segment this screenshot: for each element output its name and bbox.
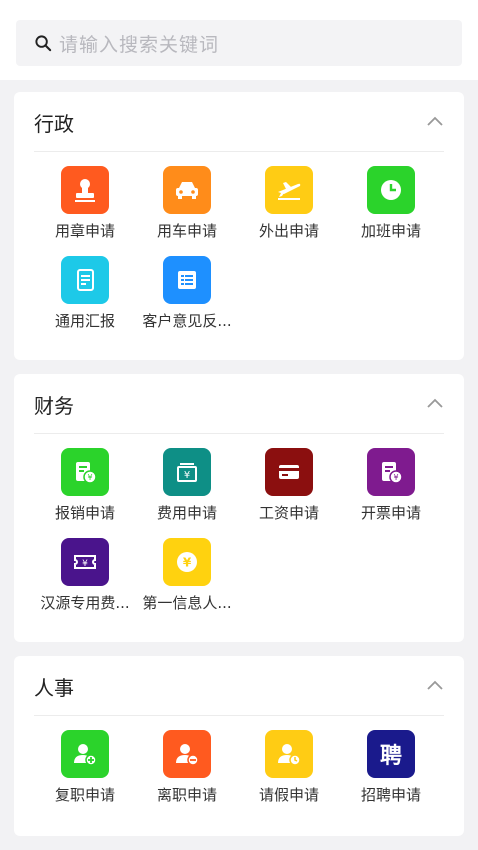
list-icon — [163, 256, 211, 304]
search-placeholder: 请输入搜索关键词 — [59, 33, 220, 56]
app-item-label: 开票申请 — [360, 504, 421, 522]
recruit-glyph: 聘 — [379, 744, 402, 769]
app-item-reinstate[interactable]: 复职申请 — [34, 730, 136, 812]
section-title: 人事 — [34, 676, 74, 700]
app-item-label: 客户意见反... — [142, 312, 232, 330]
car-icon — [163, 166, 211, 214]
chevron-up-icon[interactable] — [426, 679, 444, 691]
app-item-label: 第一信息人... — [142, 594, 232, 612]
app-item-expense[interactable]: ¥ 费用申请 — [136, 448, 238, 530]
recruit-icon: 聘 — [367, 730, 415, 778]
app-item-first-info[interactable]: ¥ 第一信息人... — [136, 538, 238, 620]
search-icon — [35, 34, 52, 51]
stamp-icon — [61, 166, 109, 214]
app-item-label: 复职申请 — [54, 786, 115, 804]
app-item-leave[interactable]: 请假申请 — [238, 730, 340, 812]
app-item-report[interactable]: 通用汇报 — [34, 256, 136, 338]
section-title: 行政 — [34, 112, 74, 136]
app-item-feedback[interactable]: 客户意见反... — [136, 256, 238, 338]
chevron-up-icon[interactable] — [426, 397, 444, 409]
app-item-label: 用章申请 — [54, 222, 115, 240]
app-item-label: 加班申请 — [360, 222, 421, 240]
svg-text:¥: ¥ — [183, 556, 192, 570]
section-header[interactable]: 人事 — [34, 656, 444, 716]
svg-text:¥: ¥ — [184, 470, 190, 481]
app-item-label: 请假申请 — [258, 786, 319, 804]
clock-icon — [367, 166, 415, 214]
app-item-label: 离职申请 — [156, 786, 217, 804]
coin-icon: ¥ — [163, 538, 211, 586]
user-clock-icon — [265, 730, 313, 778]
user-remove-icon — [163, 730, 211, 778]
reimburse-icon: ¥ — [61, 448, 109, 496]
app-item-outing[interactable]: 外出申请 — [238, 166, 340, 248]
app-item-recruit[interactable]: 聘 招聘申请 — [340, 730, 442, 812]
svg-text:¥: ¥ — [87, 473, 92, 482]
app-item-label: 外出申请 — [258, 222, 319, 240]
section-header[interactable]: 财务 — [34, 374, 444, 434]
section-header[interactable]: 行政 — [34, 92, 444, 152]
user-add-icon — [61, 730, 109, 778]
section-admin: 行政 用章申请 用车申请 外出申请 加班申请 通用汇报 客户意见反... — [14, 92, 464, 360]
search-input[interactable]: 请输入搜索关键词 — [16, 20, 462, 66]
app-item-invoice[interactable]: ¥ 开票申请 — [340, 448, 442, 530]
app-item-resign[interactable]: 离职申请 — [136, 730, 238, 812]
svg-text:¥: ¥ — [393, 473, 398, 482]
app-item-car[interactable]: 用车申请 — [136, 166, 238, 248]
app-item-label: 招聘申请 — [360, 786, 421, 804]
app-item-label: 通用汇报 — [54, 312, 115, 330]
app-item-label: 报销申请 — [54, 504, 115, 522]
app-item-reimburse[interactable]: ¥ 报销申请 — [34, 448, 136, 530]
app-item-label: 用车申请 — [156, 222, 217, 240]
app-item-label: 汉源专用费... — [40, 594, 130, 612]
app-item-hanyuan-fee[interactable]: ¥ 汉源专用费... — [34, 538, 136, 620]
app-item-label: 工资申请 — [258, 504, 319, 522]
salary-card-icon — [265, 448, 313, 496]
section-hr: 人事 复职申请 离职申请 请假申请 聘 招聘申请 — [14, 656, 464, 836]
app-item-salary[interactable]: 工资申请 — [238, 448, 340, 530]
chevron-up-icon[interactable] — [426, 115, 444, 127]
section-finance: 财务 ¥ 报销申请 ¥ 费用申请 工资申请 ¥ 开票申请 ¥ 汉源专用费... … — [14, 374, 464, 642]
svg-text:¥: ¥ — [82, 559, 88, 569]
plane-icon — [265, 166, 313, 214]
app-item-stamp[interactable]: 用章申请 — [34, 166, 136, 248]
ticket-icon: ¥ — [61, 538, 109, 586]
report-icon — [61, 256, 109, 304]
section-title: 财务 — [34, 394, 74, 418]
app-item-label: 费用申请 — [156, 504, 217, 522]
expense-icon: ¥ — [163, 448, 211, 496]
invoice-icon: ¥ — [367, 448, 415, 496]
app-item-overtime[interactable]: 加班申请 — [340, 166, 442, 248]
top-bar: 请输入搜索关键词 — [0, 0, 478, 80]
